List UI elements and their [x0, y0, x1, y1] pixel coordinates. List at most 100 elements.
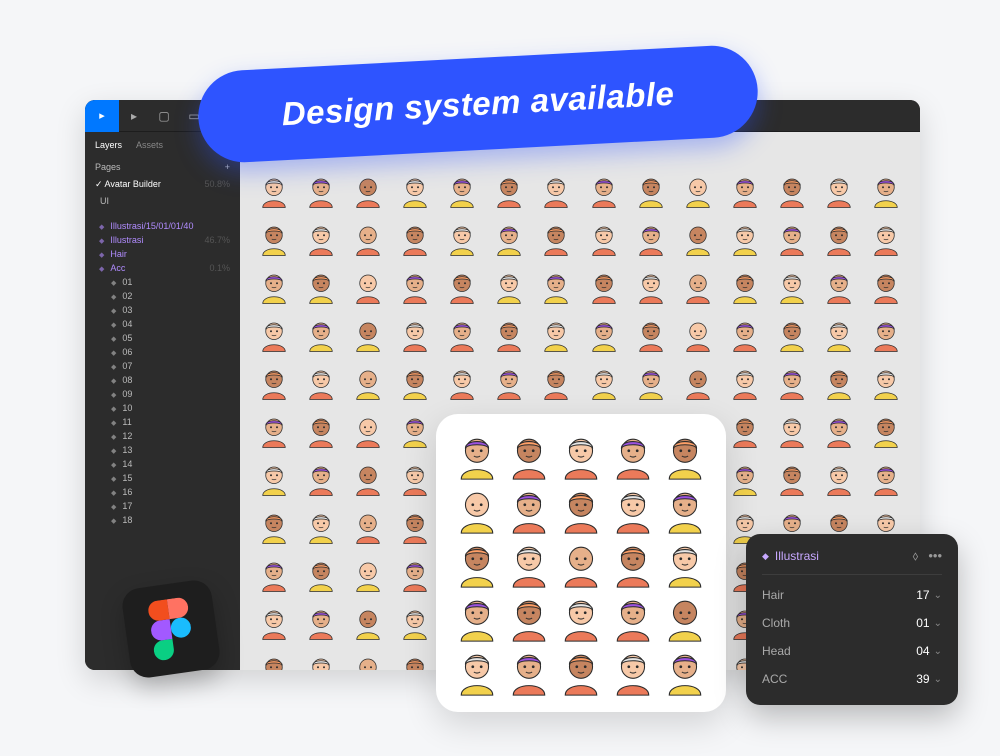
avatar-thumbnail[interactable]: [820, 262, 859, 304]
avatar-thumbnail[interactable]: [490, 166, 529, 208]
avatar-thumbnail[interactable]: [348, 598, 387, 640]
avatar-preview[interactable]: [454, 432, 500, 480]
avatar-thumbnail[interactable]: [773, 166, 812, 208]
move-tool[interactable]: ▸: [119, 100, 149, 132]
avatar-thumbnail[interactable]: [725, 310, 764, 352]
detach-instance-icon[interactable]: ⬨: [912, 548, 918, 564]
avatar-preview[interactable]: [506, 432, 552, 480]
avatar-thumbnail[interactable]: [301, 214, 340, 256]
avatar-thumbnail[interactable]: [725, 358, 764, 400]
layer-item[interactable]: 18: [85, 513, 240, 527]
page-item[interactable]: UI: [85, 193, 240, 209]
layer-item[interactable]: 14: [85, 457, 240, 471]
avatar-thumbnail[interactable]: [584, 214, 623, 256]
avatar-thumbnail[interactable]: [678, 166, 717, 208]
avatar-thumbnail[interactable]: [395, 550, 434, 592]
avatar-thumbnail[interactable]: [254, 646, 293, 670]
sidebar-tab-layers[interactable]: Layers: [95, 140, 122, 150]
avatar-thumbnail[interactable]: [395, 166, 434, 208]
property-row[interactable]: Cloth01: [762, 609, 942, 637]
property-row[interactable]: Hair17: [762, 581, 942, 609]
avatar-thumbnail[interactable]: [443, 214, 482, 256]
layer-item[interactable]: 03: [85, 303, 240, 317]
avatar-preview[interactable]: [558, 486, 604, 534]
avatar-preview[interactable]: [558, 540, 604, 588]
avatar-thumbnail[interactable]: [254, 166, 293, 208]
add-page-button[interactable]: +: [225, 162, 230, 172]
avatar-thumbnail[interactable]: [254, 406, 293, 448]
avatar-thumbnail[interactable]: [490, 214, 529, 256]
avatar-thumbnail[interactable]: [537, 262, 576, 304]
avatar-preview[interactable]: [610, 486, 656, 534]
avatar-thumbnail[interactable]: [490, 358, 529, 400]
layer-item[interactable]: 01: [85, 275, 240, 289]
avatar-thumbnail[interactable]: [348, 310, 387, 352]
avatar-thumbnail[interactable]: [773, 454, 812, 496]
avatar-thumbnail[interactable]: [537, 214, 576, 256]
avatar-thumbnail[interactable]: [867, 166, 906, 208]
avatar-thumbnail[interactable]: [584, 310, 623, 352]
avatar-preview[interactable]: [610, 432, 656, 480]
layer-item[interactable]: 17: [85, 499, 240, 513]
avatar-thumbnail[interactable]: [348, 262, 387, 304]
avatar-preview[interactable]: [506, 594, 552, 642]
avatar-preview[interactable]: [558, 648, 604, 696]
avatar-preview[interactable]: [662, 540, 708, 588]
avatar-preview[interactable]: [506, 486, 552, 534]
avatar-thumbnail[interactable]: [348, 550, 387, 592]
avatar-thumbnail[interactable]: [254, 358, 293, 400]
avatar-thumbnail[interactable]: [254, 454, 293, 496]
avatar-preview[interactable]: [662, 594, 708, 642]
avatar-thumbnail[interactable]: [301, 454, 340, 496]
avatar-thumbnail[interactable]: [301, 262, 340, 304]
frame-tool[interactable]: ▢: [149, 100, 179, 132]
avatar-thumbnail[interactable]: [773, 406, 812, 448]
layer-item[interactable]: 07: [85, 359, 240, 373]
avatar-thumbnail[interactable]: [820, 406, 859, 448]
figma-menu-button[interactable]: ▸: [85, 100, 119, 132]
page-item[interactable]: ✓ Avatar Builder50.8%: [85, 176, 240, 193]
avatar-thumbnail[interactable]: [395, 598, 434, 640]
avatar-thumbnail[interactable]: [773, 214, 812, 256]
avatar-thumbnail[interactable]: [773, 310, 812, 352]
avatar-preview[interactable]: [454, 540, 500, 588]
avatar-thumbnail[interactable]: [254, 262, 293, 304]
layer-item[interactable]: 05: [85, 331, 240, 345]
avatar-thumbnail[interactable]: [443, 310, 482, 352]
avatar-thumbnail[interactable]: [301, 502, 340, 544]
avatar-thumbnail[interactable]: [773, 262, 812, 304]
layer-item[interactable]: Illustrasi/15/01/01/40: [85, 219, 240, 233]
layer-item[interactable]: 02: [85, 289, 240, 303]
avatar-thumbnail[interactable]: [820, 310, 859, 352]
layer-item[interactable]: 08: [85, 373, 240, 387]
avatar-thumbnail[interactable]: [348, 406, 387, 448]
avatar-preview[interactable]: [610, 594, 656, 642]
avatar-thumbnail[interactable]: [395, 214, 434, 256]
avatar-thumbnail[interactable]: [584, 358, 623, 400]
avatar-thumbnail[interactable]: [348, 358, 387, 400]
layer-item[interactable]: 06: [85, 345, 240, 359]
avatar-thumbnail[interactable]: [678, 262, 717, 304]
avatar-thumbnail[interactable]: [395, 454, 434, 496]
layer-item[interactable]: 10: [85, 401, 240, 415]
avatar-thumbnail[interactable]: [254, 502, 293, 544]
layer-item[interactable]: Illustrasi46.7%: [85, 233, 240, 247]
avatar-thumbnail[interactable]: [537, 166, 576, 208]
avatar-thumbnail[interactable]: [631, 358, 670, 400]
avatar-thumbnail[interactable]: [584, 262, 623, 304]
avatar-thumbnail[interactable]: [395, 406, 434, 448]
avatar-thumbnail[interactable]: [820, 454, 859, 496]
avatar-thumbnail[interactable]: [395, 358, 434, 400]
sidebar-tab-assets[interactable]: Assets: [136, 140, 163, 150]
avatar-preview[interactable]: [506, 540, 552, 588]
avatar-preview[interactable]: [454, 486, 500, 534]
avatar-thumbnail[interactable]: [867, 262, 906, 304]
avatar-thumbnail[interactable]: [867, 406, 906, 448]
avatar-thumbnail[interactable]: [301, 358, 340, 400]
avatar-thumbnail[interactable]: [301, 550, 340, 592]
layer-item[interactable]: 12: [85, 429, 240, 443]
avatar-thumbnail[interactable]: [678, 214, 717, 256]
avatar-preview[interactable]: [454, 594, 500, 642]
avatar-thumbnail[interactable]: [443, 358, 482, 400]
component-name[interactable]: Illustrasi: [762, 549, 819, 563]
